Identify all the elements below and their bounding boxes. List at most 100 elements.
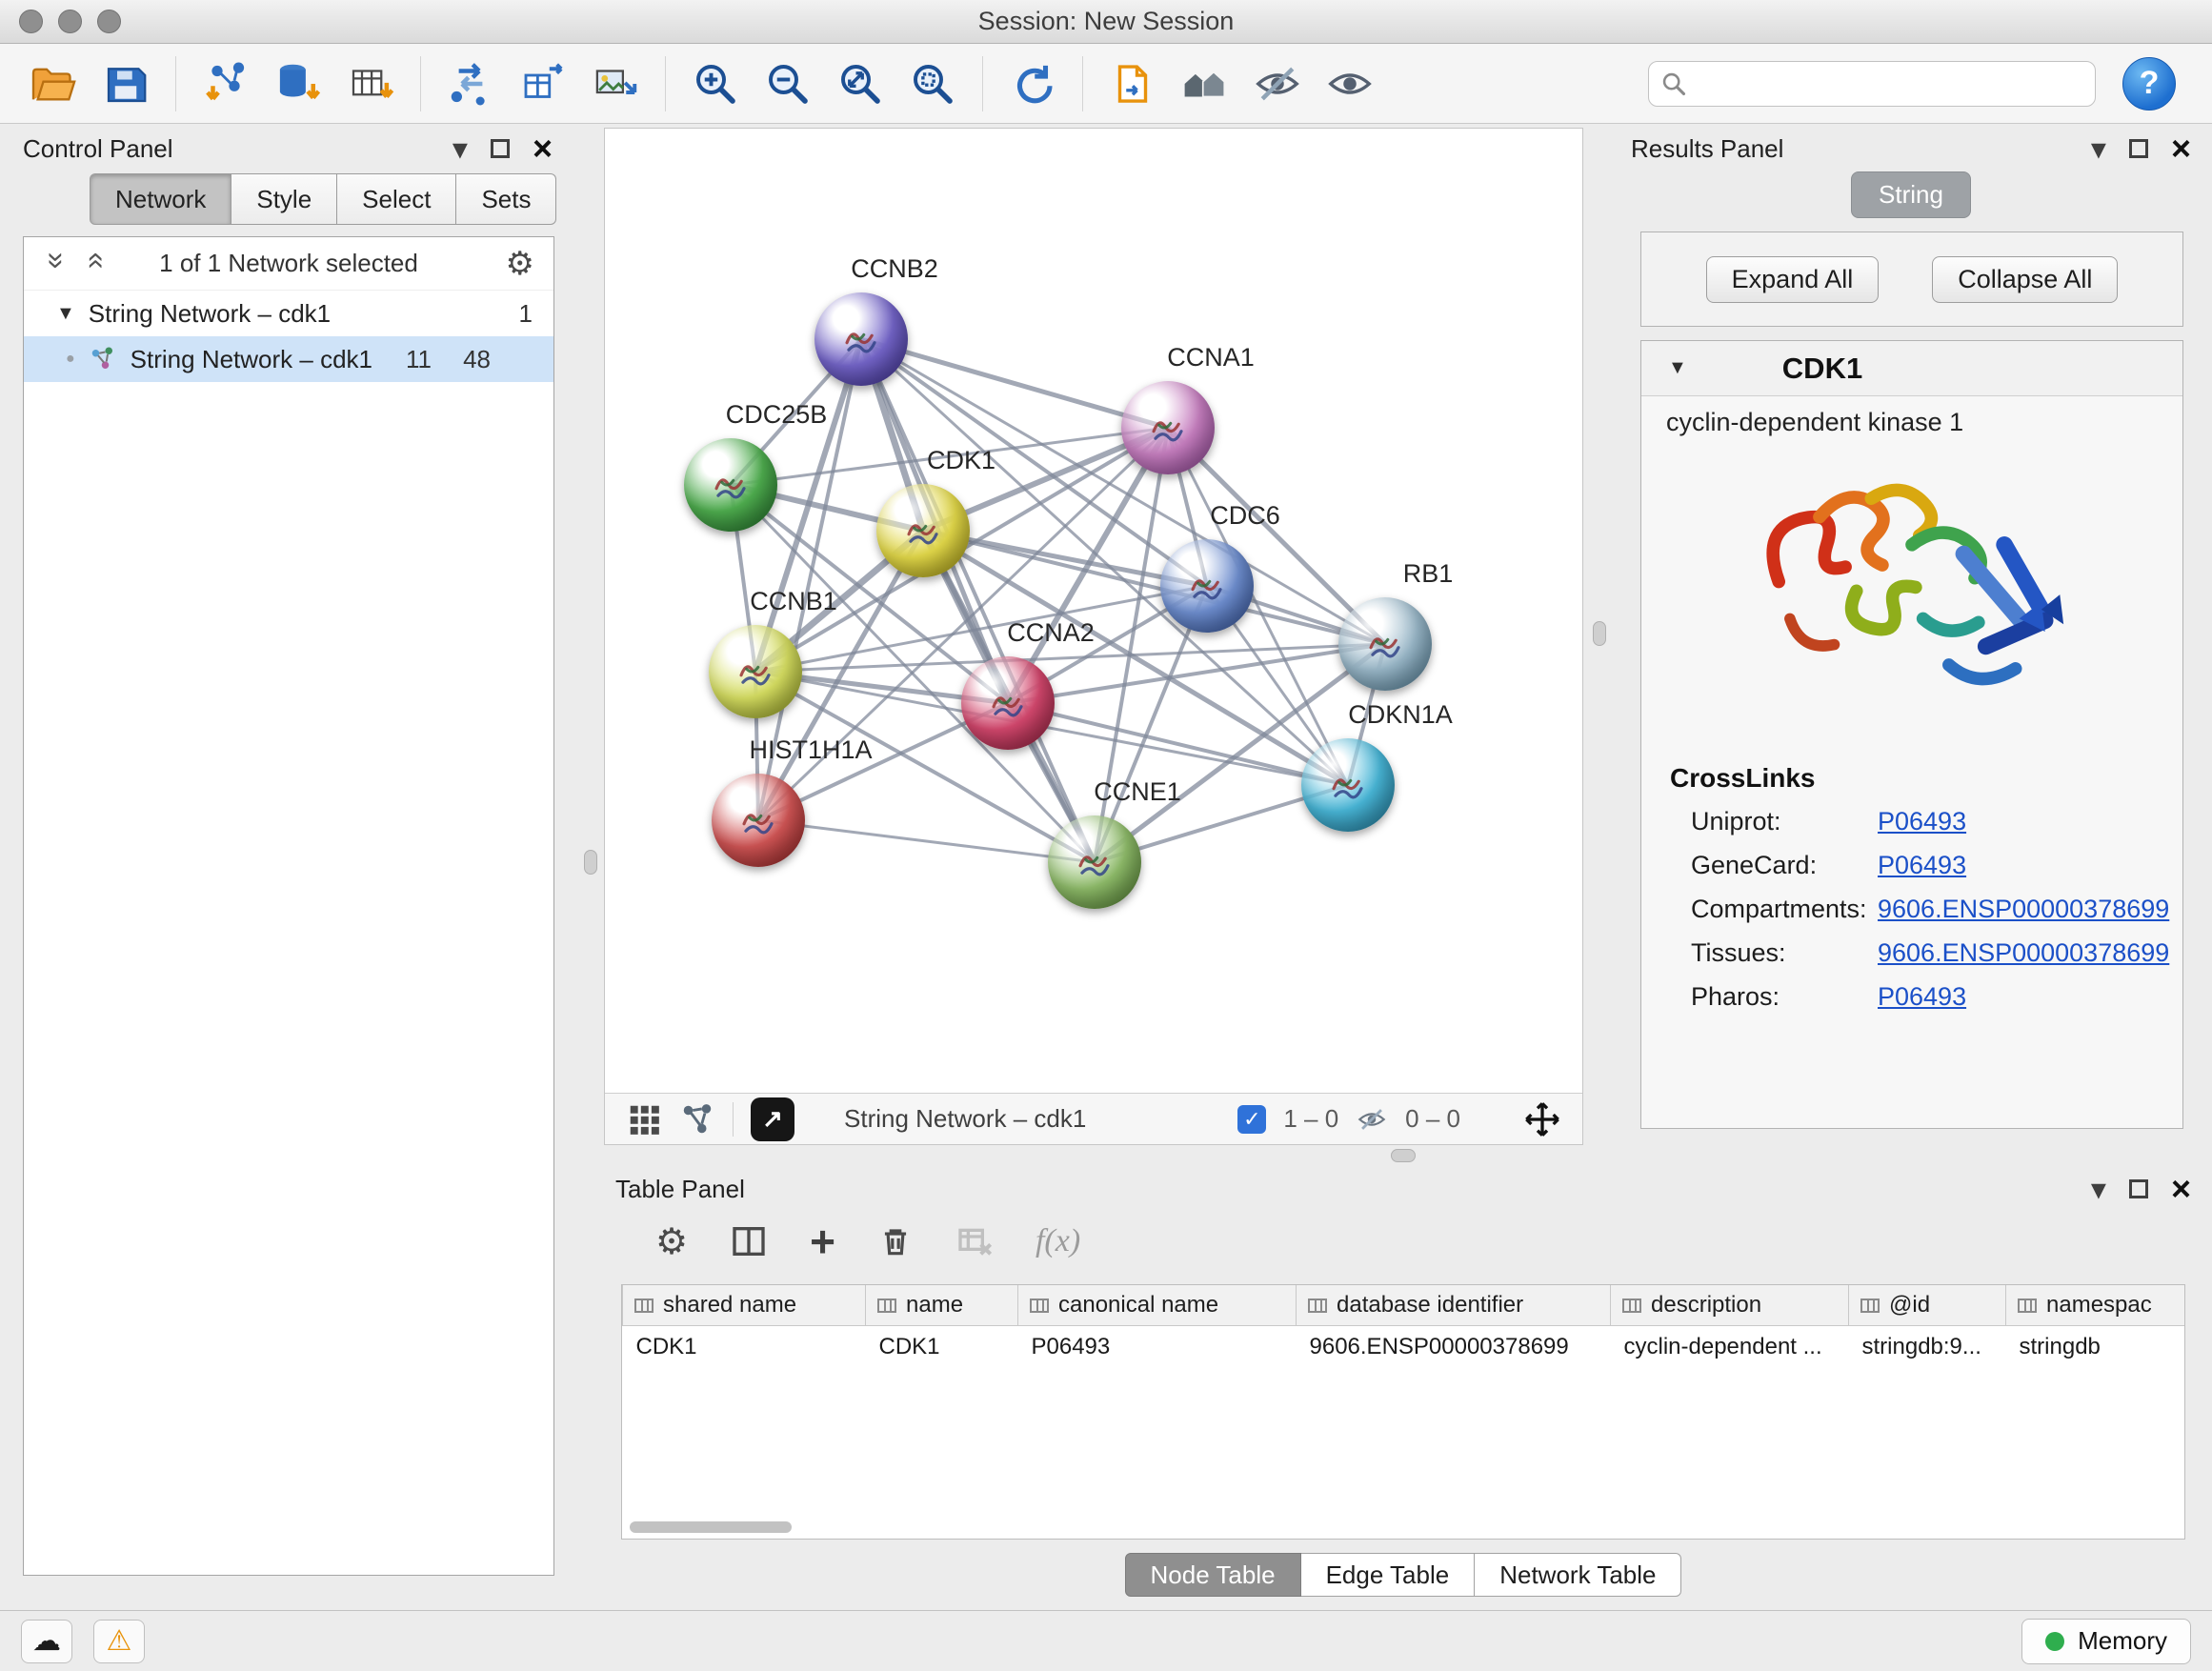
panel-float-icon[interactable] — [2129, 1179, 2148, 1198]
birdseye-grid-icon[interactable] — [626, 1101, 662, 1137]
memory-button[interactable]: Memory — [2021, 1619, 2191, 1664]
panel-float-icon[interactable] — [491, 139, 510, 158]
import-table-button[interactable] — [336, 50, 405, 117]
open-session-button[interactable] — [19, 50, 88, 117]
network-node-cdk1[interactable] — [876, 484, 970, 577]
network-node-hist1h1a[interactable] — [712, 774, 805, 867]
node-table[interactable]: shared namenamecanonical namedatabase id… — [621, 1284, 2185, 1540]
scrollbar-thumb[interactable] — [630, 1521, 792, 1533]
protein-thumbnail — [1141, 401, 1195, 454]
panel-menu-icon[interactable]: ▾ — [2091, 139, 2106, 158]
left-splitter-handle[interactable] — [584, 850, 597, 875]
tab-select[interactable]: Select — [337, 173, 456, 225]
network-share-icon[interactable] — [679, 1101, 715, 1137]
import-network-file-button[interactable] — [191, 50, 260, 117]
network-node-ccnb2[interactable] — [814, 292, 908, 386]
tab-node-table[interactable]: Node Table — [1125, 1553, 1301, 1597]
column-header-canonical-name[interactable]: canonical name — [1018, 1285, 1297, 1326]
network-node-cdc6[interactable] — [1160, 539, 1254, 633]
show-all-button[interactable] — [1316, 50, 1384, 117]
expand-all-button[interactable]: Expand All — [1706, 256, 1880, 303]
delete-column-trash-icon[interactable] — [877, 1223, 914, 1259]
panel-float-icon[interactable] — [2129, 139, 2148, 158]
hide-selected-button[interactable] — [1243, 50, 1312, 117]
cloud-status-button[interactable]: ☁ — [21, 1620, 72, 1663]
selected-checkbox-icon[interactable]: ✓ — [1237, 1105, 1266, 1134]
zoom-selected-button[interactable] — [898, 50, 967, 117]
crosslink-value-link[interactable]: P06493 — [1878, 977, 1966, 1016]
add-column-icon[interactable]: + — [810, 1222, 835, 1260]
copy-document-button[interactable] — [1098, 50, 1167, 117]
panel-close-icon[interactable]: × — [2171, 137, 2191, 160]
pan-crosshair-icon[interactable] — [1523, 1100, 1561, 1138]
network-from-table-button[interactable] — [509, 50, 577, 117]
network-node-label: CDK1 — [927, 446, 995, 475]
table-row[interactable]: CDK1CDK1P064939606.ENSP00000378699cyclin… — [623, 1326, 2186, 1369]
collapse-gene-icon[interactable]: ▼ — [1668, 357, 1687, 379]
warnings-button[interactable]: ⚠ — [93, 1620, 145, 1663]
minimize-window-button[interactable] — [58, 10, 82, 33]
zoom-fit-button[interactable] — [826, 50, 895, 117]
panel-close-icon[interactable]: × — [2171, 1178, 2191, 1200]
table-settings-gear-icon[interactable]: ⚙ — [655, 1220, 688, 1263]
crosslink-value-link[interactable]: 9606.ENSP00000378699 — [1878, 890, 2169, 928]
network-node-rb1[interactable] — [1338, 597, 1432, 691]
crosslink-value-link[interactable]: P06493 — [1878, 802, 1966, 840]
save-session-button[interactable] — [91, 50, 160, 117]
export-image-button[interactable] — [581, 50, 650, 117]
show-columns-icon[interactable] — [730, 1222, 768, 1260]
panel-menu-icon[interactable]: ▾ — [2091, 1179, 2106, 1198]
horizontal-scrollbar[interactable] — [622, 1521, 2184, 1537]
tab-sets[interactable]: Sets — [456, 173, 556, 225]
bottom-splitter-handle[interactable] — [1391, 1149, 1416, 1162]
network-collection-row[interactable]: ▼ String Network – cdk1 1 — [24, 291, 553, 336]
current-network-dot: ● — [66, 351, 75, 368]
clone-network-button[interactable] — [436, 50, 505, 117]
network-node-ccnb1[interactable] — [709, 625, 802, 718]
column-header-namespac[interactable]: namespac — [2006, 1285, 2186, 1326]
network-node-ccna1[interactable] — [1121, 381, 1215, 474]
column-header-name[interactable]: name — [866, 1285, 1018, 1326]
zoom-out-button[interactable] — [754, 50, 822, 117]
network-node-cdkn1a[interactable] — [1301, 738, 1395, 832]
zoom-window-button[interactable] — [97, 10, 121, 33]
collapse-all-button[interactable]: Collapse All — [1932, 256, 2118, 303]
gene-header[interactable]: ▼ CDK1 — [1641, 341, 2182, 396]
column-header-shared-name[interactable]: shared name — [623, 1285, 866, 1326]
panel-close-icon[interactable]: × — [533, 137, 553, 160]
column-header--id[interactable]: @id — [1849, 1285, 2006, 1326]
close-window-button[interactable] — [19, 10, 43, 33]
gear-icon[interactable]: ⚙ — [506, 245, 534, 283]
toolbar-search[interactable] — [1648, 61, 2096, 107]
crosslink-value-link[interactable]: P06493 — [1878, 846, 1966, 884]
zoom-in-button[interactable] — [681, 50, 750, 117]
table-panel-title: Table Panel — [615, 1175, 745, 1204]
memory-status-dot — [2045, 1632, 2064, 1651]
crosslink-value-link[interactable]: 9606.ENSP00000378699 — [1878, 934, 2169, 972]
right-splitter-handle[interactable] — [1593, 621, 1606, 646]
panel-menu-icon[interactable]: ▾ — [452, 139, 468, 158]
refresh-layout-button[interactable] — [998, 50, 1067, 117]
tab-edge-table[interactable]: Edge Table — [1301, 1553, 1476, 1597]
column-header-database-identifier[interactable]: database identifier — [1297, 1285, 1611, 1326]
tab-string[interactable]: String — [1851, 171, 1971, 218]
tree-expand-icon[interactable]: ▼ — [56, 303, 75, 325]
tab-style[interactable]: Style — [231, 173, 337, 225]
help-button[interactable]: ? — [2122, 57, 2176, 111]
open-external-button[interactable]: ↗ — [751, 1097, 794, 1141]
column-header-description[interactable]: description — [1611, 1285, 1849, 1326]
function-builder-icon[interactable]: f(x) — [1036, 1223, 1080, 1259]
tab-network-table[interactable]: Network Table — [1475, 1553, 1681, 1597]
network-node-ccna2[interactable] — [961, 656, 1055, 750]
hidden-eye-slash-icon[interactable] — [1356, 1103, 1388, 1136]
network-canvas[interactable]: CCNB2CCNA1CDC25BCDK1CDC6RB1CCNB1CCNA2CDK… — [604, 128, 1583, 1145]
tab-network[interactable]: Network — [90, 173, 231, 225]
network-row[interactable]: ● String Network – cdk1 11 48 — [24, 336, 553, 382]
network-node-cdc25b[interactable] — [684, 438, 777, 532]
import-network-icon — [200, 58, 251, 110]
protein-thumbnail — [981, 676, 1035, 730]
network-node-ccne1[interactable] — [1048, 815, 1141, 909]
home-neighborhood-button[interactable] — [1171, 50, 1239, 117]
import-network-database-button[interactable] — [264, 50, 332, 117]
search-input[interactable] — [1697, 69, 2083, 98]
